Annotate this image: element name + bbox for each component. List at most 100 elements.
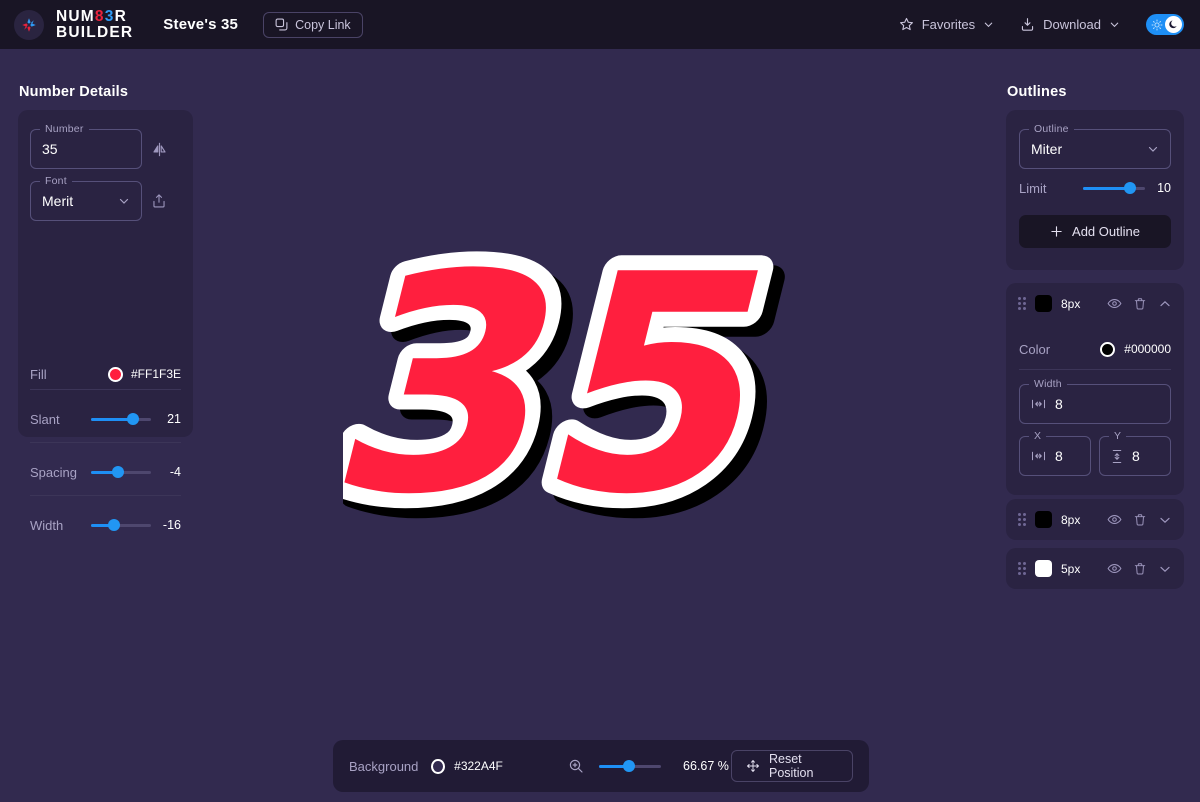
flip-horizontal-button[interactable] — [150, 140, 169, 159]
layer-color-picker[interactable] — [1100, 341, 1116, 357]
layer-color-swatch[interactable] — [1035, 511, 1052, 528]
outline-layer-collapsed[interactable]: 5px — [1006, 548, 1184, 589]
chevron-down-icon — [983, 19, 994, 30]
add-outline-button[interactable]: Add Outline — [1019, 215, 1171, 248]
spacing-value: -4 — [169, 465, 181, 479]
layer-x-input[interactable]: X 8 — [1019, 430, 1091, 476]
spacing-slider[interactable] — [91, 466, 151, 478]
trash-icon[interactable] — [1133, 297, 1147, 311]
slant-label: Slant — [30, 411, 60, 427]
favorites-menu[interactable]: Favorites — [899, 17, 994, 32]
drag-handle-icon[interactable] — [1018, 562, 1026, 575]
page-title-number-details: Number Details — [19, 84, 129, 100]
copy-link-label: Copy Link — [295, 17, 351, 32]
background-color-swatch[interactable] — [431, 758, 446, 774]
export-button[interactable] — [150, 192, 168, 210]
zoom-slider[interactable] — [598, 760, 662, 772]
layer-color-swatch[interactable] — [1035, 295, 1052, 312]
layer-width-input[interactable]: Width 8 — [1019, 378, 1171, 424]
sun-icon — [1151, 19, 1163, 31]
logo-builder-text: BUILDER — [56, 24, 134, 41]
chevron-up-icon[interactable] — [1158, 297, 1172, 311]
number-details-card: Number 35 Font Merit Fill #FF1F3E Slant … — [18, 110, 193, 533]
outline-type-value: Miter — [1031, 141, 1063, 157]
limit-value: 10 — [1157, 181, 1171, 195]
fill-hex-value: #FF1F3E — [130, 367, 181, 381]
spacing-label: Spacing — [30, 464, 77, 480]
trash-icon[interactable] — [1133, 562, 1147, 576]
number-input[interactable]: Number 35 — [30, 123, 142, 169]
chevron-down-icon[interactable] — [1158, 562, 1172, 576]
theme-toggle-knob — [1165, 16, 1182, 33]
app-header: NUM83R BUILDER Steve's 35 Copy Link Favo… — [0, 0, 1200, 49]
limit-label: Limit — [1019, 180, 1047, 196]
layer-width-label: 5px — [1061, 561, 1081, 576]
drag-handle-icon[interactable] — [1018, 297, 1026, 310]
horizontal-resize-icon — [1031, 398, 1046, 410]
limit-row: Limit 10 — [1019, 172, 1171, 204]
fill-label: Fill — [30, 366, 47, 382]
eye-icon[interactable] — [1107, 296, 1122, 311]
horizontal-resize-icon — [1031, 450, 1046, 462]
outline-type-select[interactable]: Outline Miter — [1019, 123, 1171, 169]
outline-layer-header[interactable]: 8px — [1006, 499, 1184, 540]
logo-num-part: NUM — [56, 8, 95, 25]
reset-position-button[interactable]: Reset Position — [730, 750, 853, 782]
download-menu[interactable]: Download — [1020, 17, 1120, 32]
fill-color-swatch[interactable] — [107, 366, 123, 382]
star-icon — [899, 17, 914, 32]
number-input-value: 35 — [42, 141, 58, 157]
copy-link-button[interactable]: Copy Link — [263, 11, 363, 38]
canvas-toolbar: Background #322A4F 66.67 % Reset Positio… — [333, 740, 869, 792]
outline-layer-header[interactable]: 8px — [1006, 283, 1184, 324]
trash-icon[interactable] — [1133, 513, 1147, 527]
layer-width-label: 8px — [1061, 512, 1081, 527]
drag-handle-icon[interactable] — [1018, 513, 1026, 526]
app-logo-wordmark: NUM83R BUILDER — [56, 8, 134, 41]
eye-icon[interactable] — [1107, 512, 1122, 527]
font-select-value: Merit — [42, 193, 74, 209]
layer-color-hex: #000000 — [1124, 342, 1171, 356]
layer-color-swatch[interactable] — [1035, 560, 1052, 577]
background-hex-value: #322A4F — [454, 759, 503, 773]
slant-row: Slant 21 — [30, 403, 181, 435]
logo-r-glyph: R — [114, 8, 127, 25]
theme-toggle[interactable] — [1146, 14, 1184, 35]
zoom-icon[interactable] — [568, 758, 584, 774]
layer-actions — [1107, 296, 1172, 311]
fill-row: Fill #FF1F3E — [30, 358, 181, 390]
layer-color-label: Color — [1019, 341, 1051, 357]
app-logo-icon[interactable] — [14, 9, 44, 40]
divider — [30, 389, 181, 390]
layer-x-value: 8 — [1055, 448, 1063, 464]
app-root: NUM83R BUILDER Steve's 35 Copy Link Favo… — [0, 0, 1200, 802]
page-title-outlines: Outlines — [1007, 84, 1067, 100]
layer-y-value: 8 — [1132, 448, 1140, 464]
chevron-down-icon — [1147, 143, 1159, 155]
logo-8-glyph: 8 — [94, 8, 105, 25]
slant-slider[interactable] — [91, 413, 151, 425]
spacing-row: Spacing -4 — [30, 456, 181, 488]
layer-x-legend: X — [1029, 430, 1047, 442]
eye-icon[interactable] — [1107, 561, 1122, 576]
layer-color-row: Color #000000 — [1019, 333, 1171, 365]
plus-icon — [1050, 225, 1063, 238]
number-preview-canvas[interactable]: 35 35 35 — [205, 49, 1000, 802]
download-icon — [1020, 17, 1035, 32]
font-select[interactable]: Font Merit — [30, 175, 142, 221]
chevron-down-icon[interactable] — [1158, 513, 1172, 527]
width-slider[interactable] — [91, 519, 151, 531]
layer-width-legend: Width — [1029, 378, 1067, 390]
reset-position-label: Reset Position — [768, 752, 814, 780]
outline-layer-collapsed[interactable]: 8px — [1006, 499, 1184, 540]
divider — [30, 442, 181, 443]
document-title: Steve's 35 — [163, 16, 239, 33]
outline-type-legend: Outline — [1029, 123, 1074, 135]
outline-layer-header[interactable]: 5px — [1006, 548, 1184, 589]
chevron-down-icon — [1109, 19, 1120, 30]
outline-layer-expanded: 8px Color #000000 Width 8 X 8 Y 8 — [1006, 283, 1184, 495]
layer-y-legend: Y — [1109, 430, 1127, 442]
limit-slider[interactable] — [1083, 182, 1145, 194]
layer-y-input[interactable]: Y 8 — [1099, 430, 1171, 476]
slant-value: 21 — [167, 412, 181, 426]
